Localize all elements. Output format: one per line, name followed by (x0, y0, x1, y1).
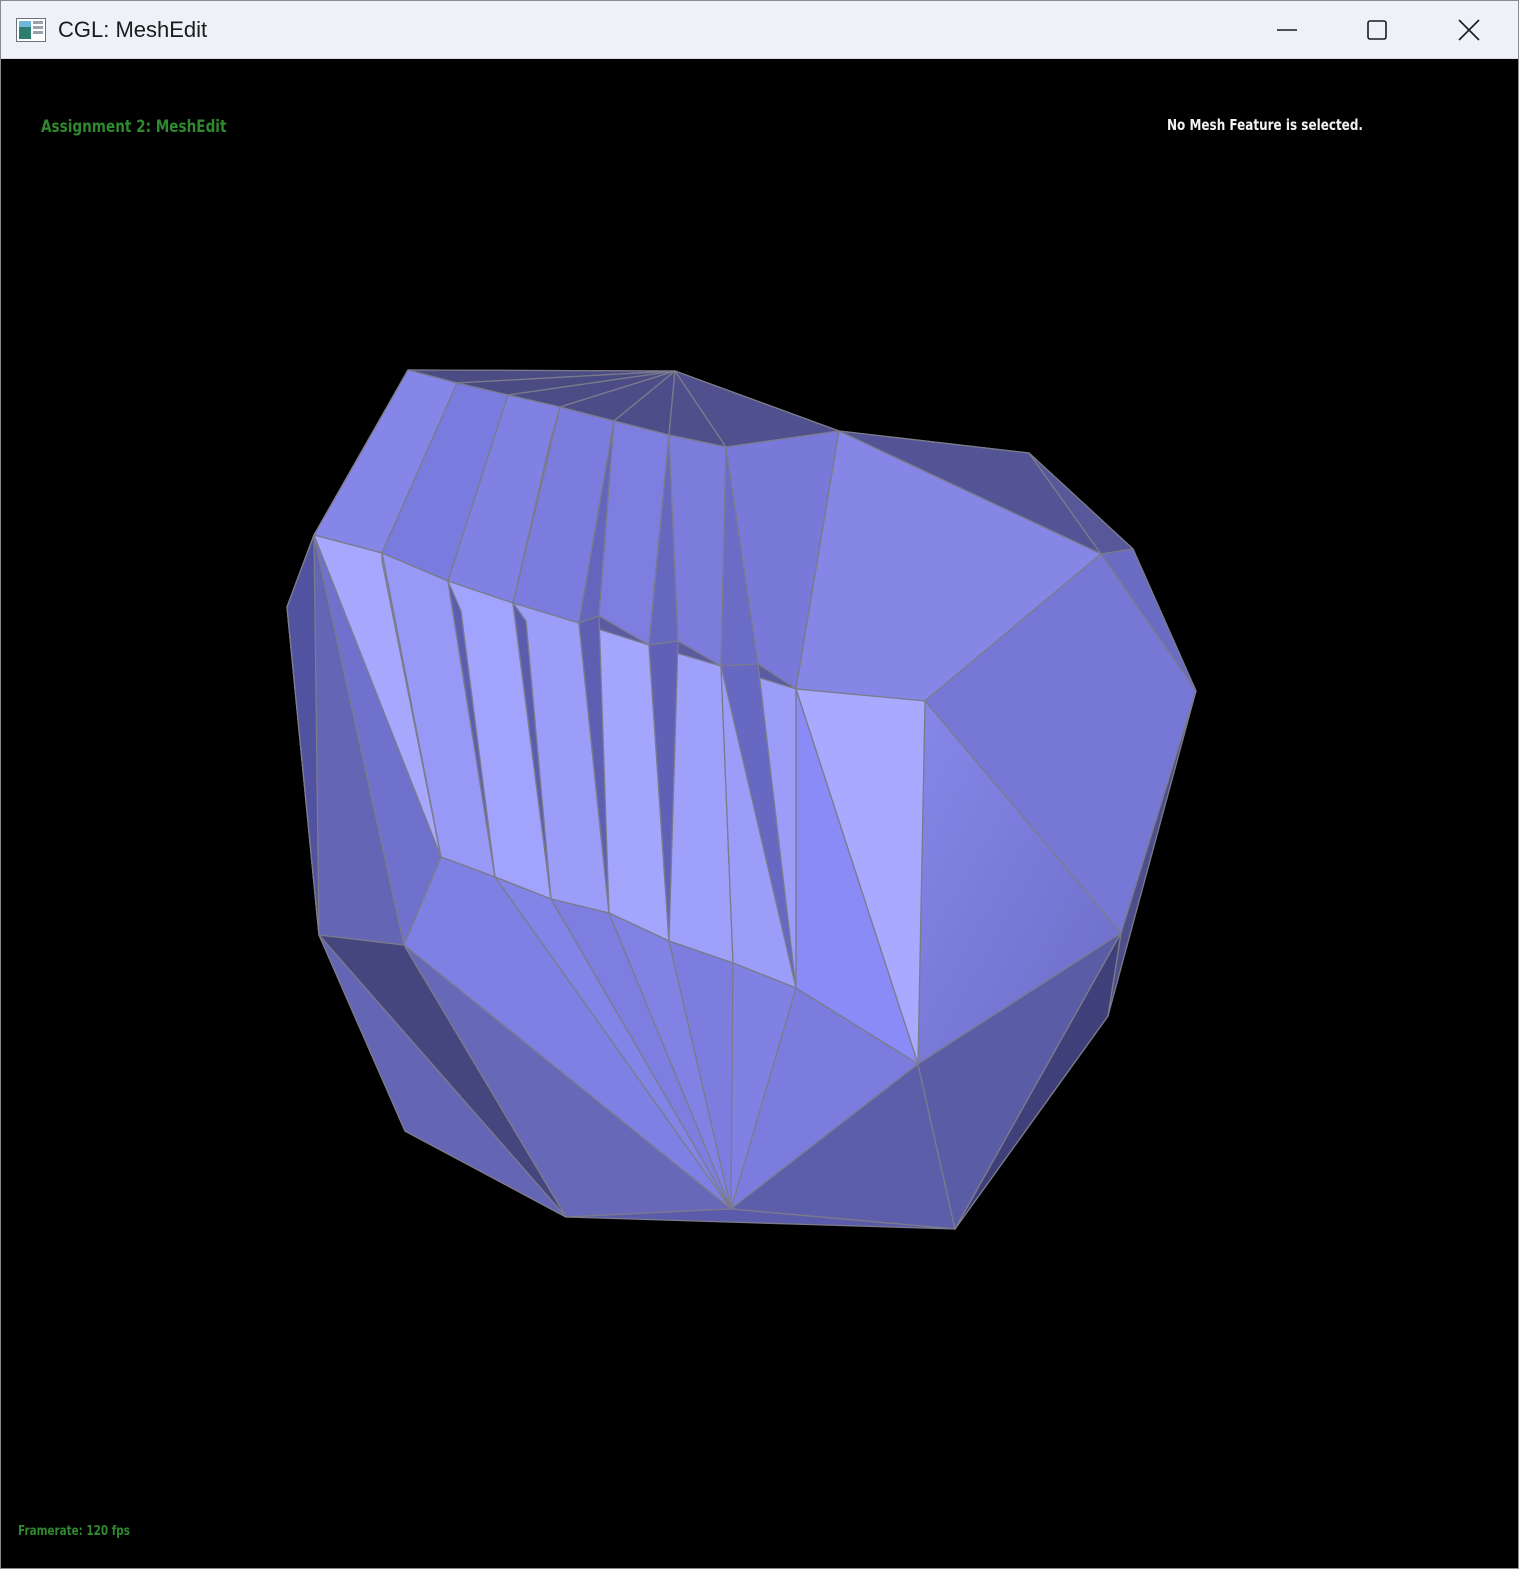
title-bar[interactable]: CGL: MeshEdit (1, 1, 1518, 59)
close-button[interactable] (1423, 1, 1515, 58)
close-icon (1458, 18, 1480, 41)
window-title: CGL: MeshEdit (58, 17, 208, 42)
maximize-button[interactable] (1331, 1, 1423, 58)
minimize-icon (1277, 28, 1297, 31)
minimize-button[interactable] (1241, 1, 1333, 58)
app-window-icon (16, 18, 46, 42)
mesh-render[interactable] (3, 59, 1517, 1566)
3d-viewport[interactable]: Assignment 2: MeshEdit No Mesh Feature i… (3, 59, 1517, 1566)
app-window: CGL: MeshEdit Assignment 2: MeshEdit No … (0, 0, 1519, 1569)
maximize-icon (1367, 19, 1387, 40)
